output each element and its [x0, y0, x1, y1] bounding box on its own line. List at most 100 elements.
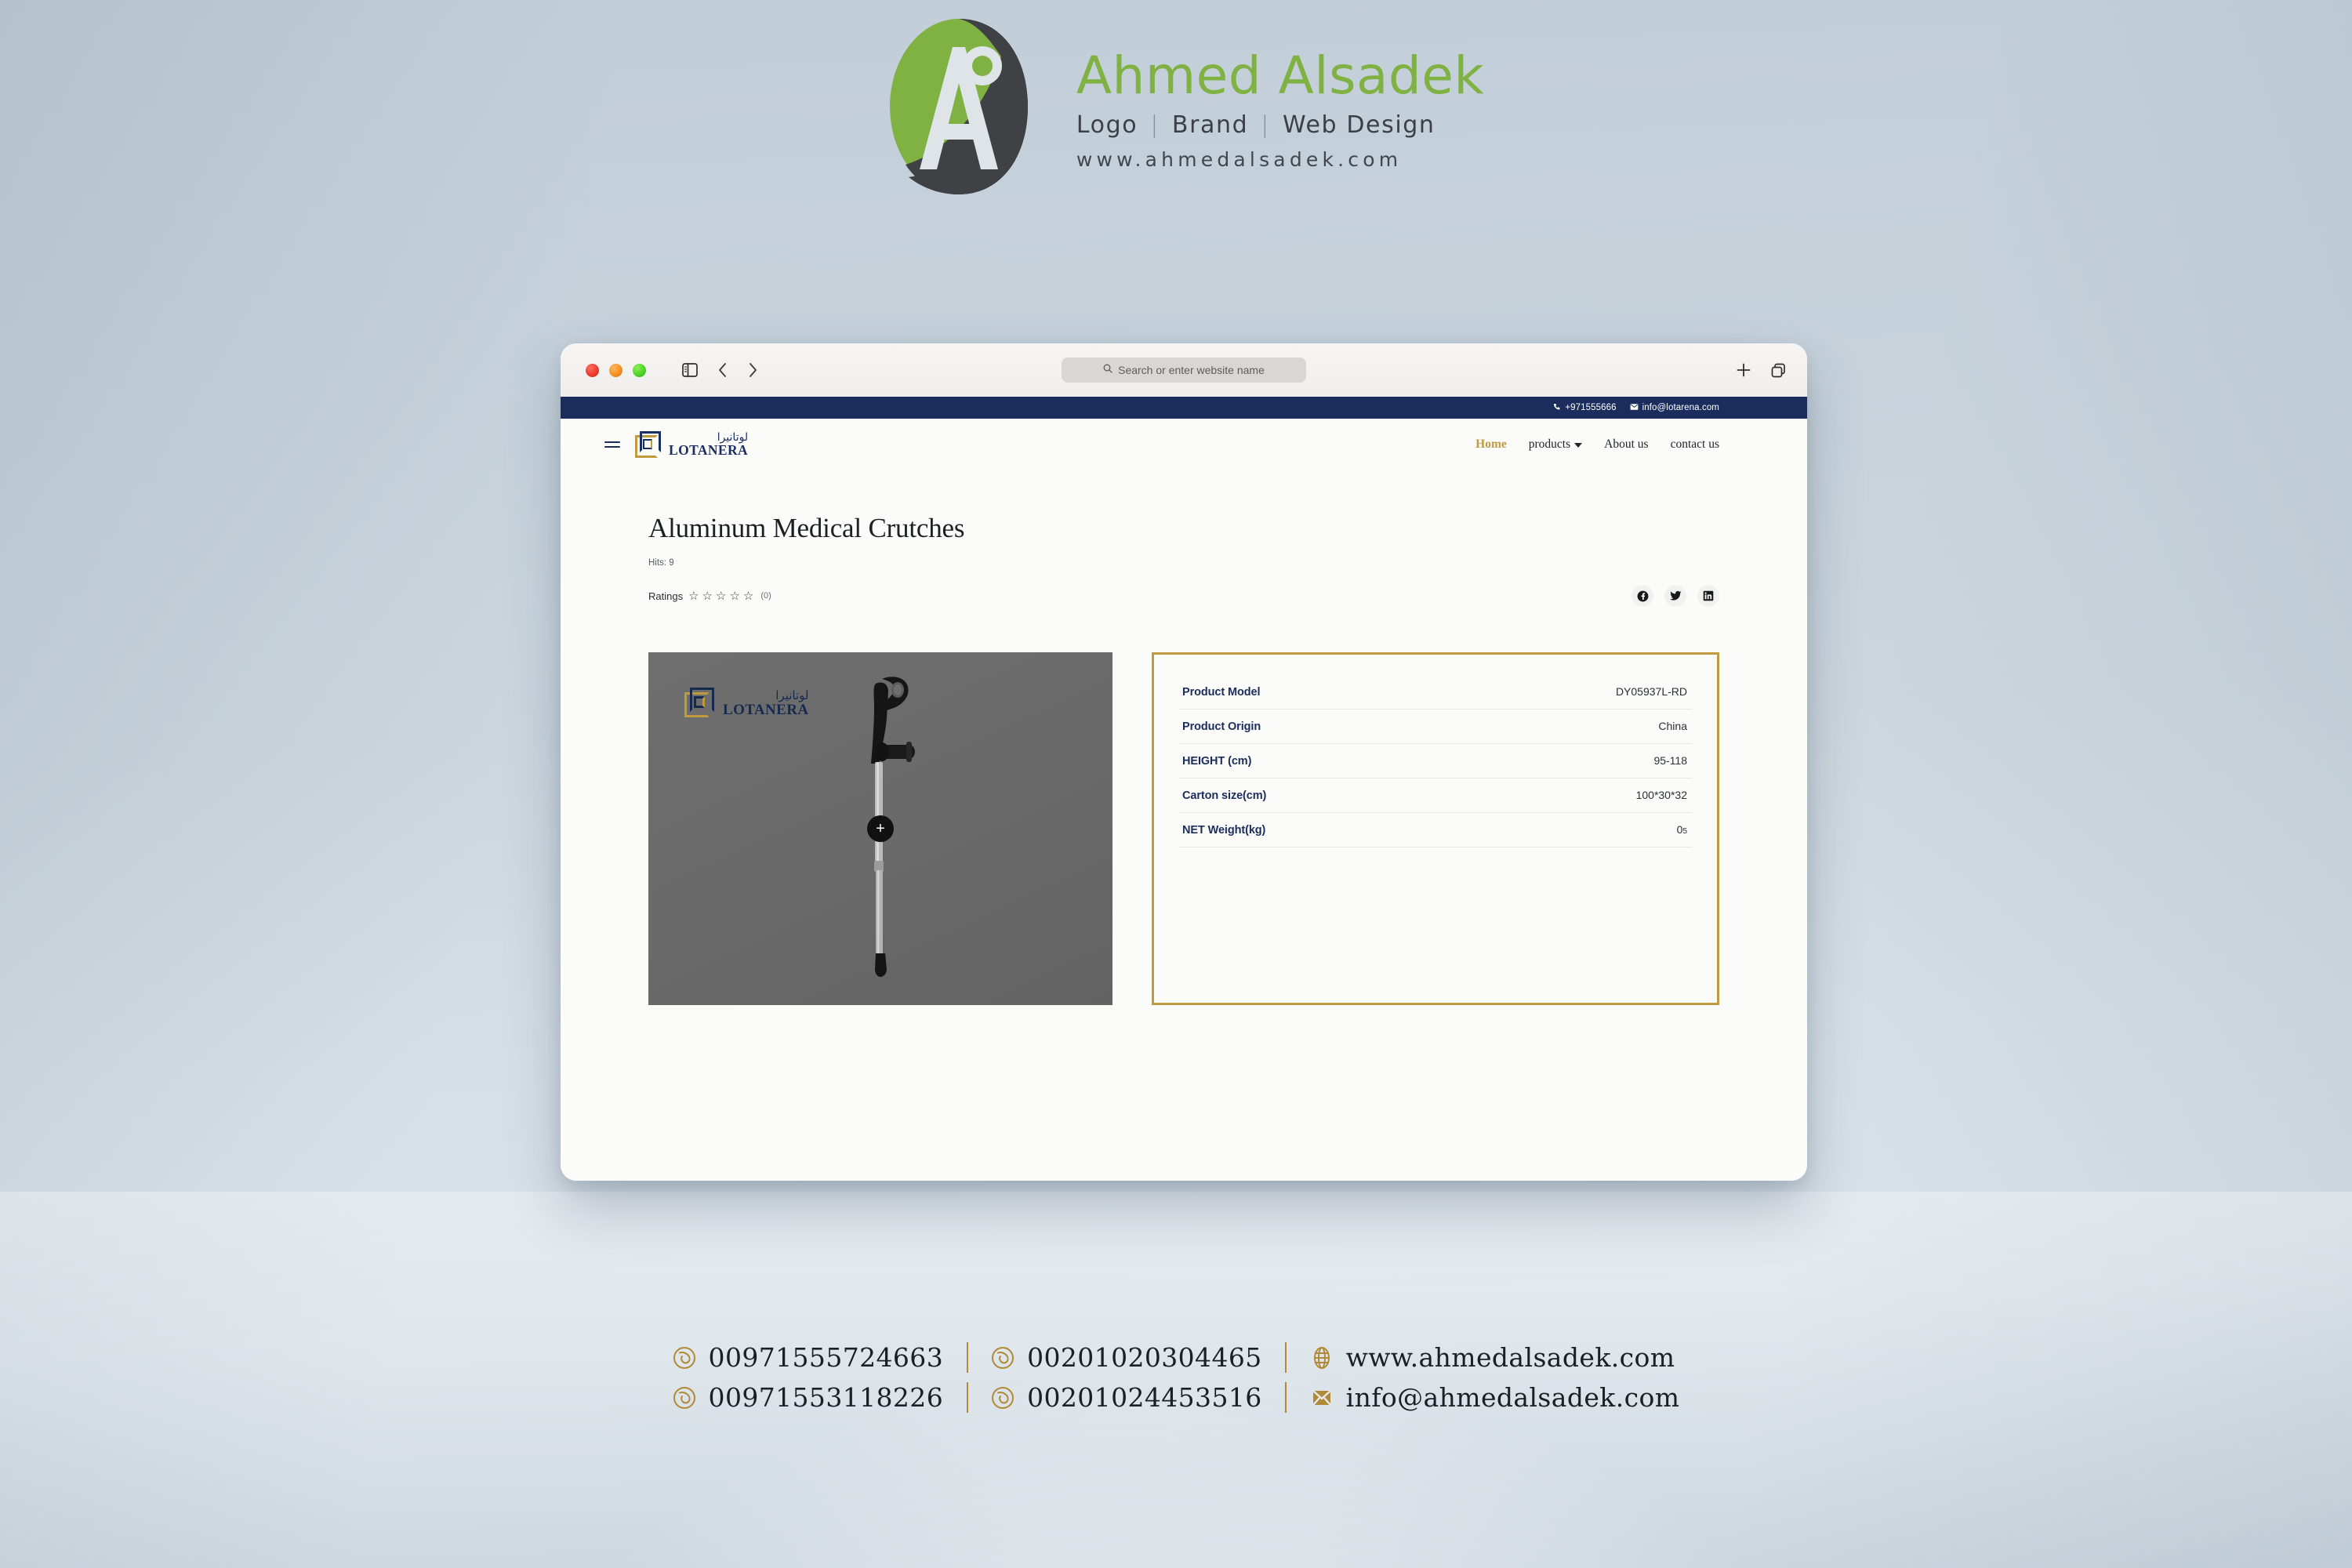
brand-header: Ahmed Alsadek Logo | Brand | Web Design … [0, 16, 2352, 198]
brand-tagline-sep-1: | [1150, 111, 1160, 139]
footer-phone-1-text: 00971555724663 [708, 1342, 944, 1373]
social-share-bar [1632, 585, 1719, 607]
star-icon[interactable]: ☆ [702, 590, 713, 602]
spec-value: China [1658, 720, 1687, 732]
nav-item-products[interactable]: products [1528, 437, 1583, 452]
star-icon[interactable]: ☆ [688, 590, 699, 602]
footer-contact-website[interactable]: www.ahmedalsadek.com [1310, 1342, 1680, 1373]
nav-item-contact-us[interactable]: contact us [1671, 437, 1719, 452]
browser-toolbar: Search or enter website name [561, 343, 1807, 397]
footer-divider [1285, 1342, 1287, 1373]
rating-count: (0) [760, 591, 771, 601]
spec-value: 95-118 [1653, 754, 1687, 767]
brand-tagline-webdesign: Web Design [1282, 111, 1436, 139]
topbar-email[interactable]: info@lotarena.com [1630, 403, 1719, 413]
nav-item-about-us-label: About us [1604, 437, 1649, 451]
address-search-bar[interactable]: Search or enter website name [1062, 358, 1306, 383]
spec-label: Carton size(cm) [1182, 789, 1267, 802]
lotanera-watermark-icon [683, 687, 716, 720]
forward-chevron-icon[interactable] [748, 362, 757, 378]
footer-divider [966, 1342, 968, 1373]
sidebar-toggle-icon[interactable] [682, 363, 698, 377]
product-image-watermark: لوتانيرا LOTANERA [683, 687, 808, 720]
site-nav: Home products About us contact us [1475, 437, 1719, 452]
watermark-latin: LOTANERA [723, 701, 809, 718]
spec-value: DY05937L-RD [1615, 685, 1687, 698]
hits-counter: Hits: 9 [648, 558, 674, 568]
footer-contact-phone-2[interactable]: 00971553118226 [673, 1382, 944, 1413]
nav-item-about-us[interactable]: About us [1604, 437, 1648, 452]
phone-icon [1553, 403, 1561, 413]
back-chevron-icon[interactable] [718, 362, 728, 378]
tab-overview-icon[interactable] [1770, 362, 1787, 379]
nav-item-contact-us-label: contact us [1670, 437, 1719, 451]
twitter-icon[interactable] [1664, 585, 1686, 607]
close-window-button[interactable] [586, 363, 599, 377]
footer-divider [1285, 1382, 1287, 1413]
spec-row-net-weight: NET Weight(kg) 05 [1179, 813, 1692, 848]
phone-icon [673, 1346, 696, 1370]
lotanera-logo-icon [633, 430, 662, 459]
footer-phone-2-text: 00971553118226 [708, 1382, 944, 1413]
search-icon [1103, 363, 1112, 377]
linkedin-icon[interactable] [1697, 585, 1719, 607]
star-icon[interactable]: ☆ [716, 590, 726, 602]
star-icon[interactable]: ☆ [743, 590, 753, 602]
image-zoom-button[interactable]: + [867, 815, 894, 842]
ratings-label: Ratings [648, 590, 684, 602]
spec-label: Product Origin [1182, 720, 1261, 733]
brand-name: Ahmed Alsadek [1076, 45, 1485, 107]
minimize-window-button[interactable] [609, 363, 622, 377]
maximize-window-button[interactable] [633, 363, 646, 377]
spec-row-product-model: Product Model DY05937L-RD [1179, 675, 1692, 710]
mail-icon [1310, 1386, 1334, 1410]
lotanera-logo-arabic: لوتانيرا [717, 430, 749, 444]
footer-website-text: www.ahmedalsadek.com [1345, 1342, 1675, 1373]
nav-item-products-label: products [1528, 437, 1571, 451]
page-title: Aluminum Medical Crutches [648, 513, 965, 543]
window-traffic-lights[interactable] [586, 363, 646, 377]
facebook-icon[interactable] [1632, 585, 1653, 607]
lotanera-logo-latin: LOTANERA [669, 441, 749, 458]
spec-row-height: HEIGHT (cm) 95-118 [1179, 744, 1692, 779]
spec-label: NET Weight(kg) [1182, 824, 1266, 837]
chevron-down-icon [1574, 443, 1583, 448]
spec-value: 100*30*32 [1635, 789, 1687, 801]
brand-website-url: www.ahmedalsadek.com [1076, 147, 1403, 171]
lotanera-logo[interactable]: لوتانيرا LOTANERA [633, 430, 748, 459]
footer-phone-4-text: 00201024453516 [1027, 1382, 1262, 1413]
phone-icon [991, 1346, 1014, 1370]
footer-contact-phone-4[interactable]: 00201024453516 [991, 1382, 1262, 1413]
footer-phone-3-text: 00201020304465 [1027, 1342, 1262, 1373]
product-page: Aluminum Medical Crutches Hits: 9 Rating… [561, 470, 1807, 1181]
brand-tagline-logo: Logo [1076, 111, 1138, 139]
ahmed-alsadek-logo-icon [868, 16, 1050, 198]
product-meta-row: Ratings ☆ ☆ ☆ ☆ ☆ (0) [648, 585, 1719, 607]
brand-tagline-sep-2: | [1261, 111, 1270, 139]
watermark-arabic: لوتانيرا [775, 688, 809, 702]
site-header: لوتانيرا LOTANERA Home products About us… [561, 419, 1807, 470]
address-bar-placeholder: Search or enter website name [1118, 364, 1265, 376]
mail-icon [1630, 403, 1639, 413]
site-topbar: +971555666 info@lotarena.com [561, 397, 1807, 419]
spec-value: 05 [1677, 823, 1687, 836]
nav-item-home[interactable]: Home [1475, 437, 1507, 452]
star-icon[interactable]: ☆ [729, 590, 739, 602]
phone-icon [673, 1386, 696, 1410]
topbar-phone[interactable]: +971555666 [1553, 403, 1616, 413]
footer-contact-email[interactable]: info@ahmedalsadek.com [1310, 1382, 1680, 1413]
phone-icon [991, 1386, 1014, 1410]
hamburger-menu-icon[interactable] [604, 441, 620, 448]
spec-row-carton-size: Carton size(cm) 100*30*32 [1179, 779, 1692, 813]
footer-divider [966, 1382, 968, 1413]
topbar-phone-text: +971555666 [1565, 403, 1617, 412]
new-tab-plus-icon[interactable] [1736, 362, 1751, 378]
star-rating-icons[interactable]: ☆ ☆ ☆ ☆ ☆ [688, 590, 753, 602]
globe-icon [1310, 1346, 1334, 1370]
ratings-widget[interactable]: Ratings ☆ ☆ ☆ ☆ ☆ (0) [648, 590, 771, 602]
footer-contact-phone-3[interactable]: 00201020304465 [991, 1342, 1262, 1373]
footer-contacts: 00971555724663 00201020304465 www.ahmeda… [0, 1342, 2352, 1413]
footer-contact-phone-1[interactable]: 00971555724663 [673, 1342, 944, 1373]
brand-tagline-brand: Brand [1171, 111, 1249, 139]
product-image[interactable]: لوتانيرا LOTANERA + [648, 652, 1112, 1005]
